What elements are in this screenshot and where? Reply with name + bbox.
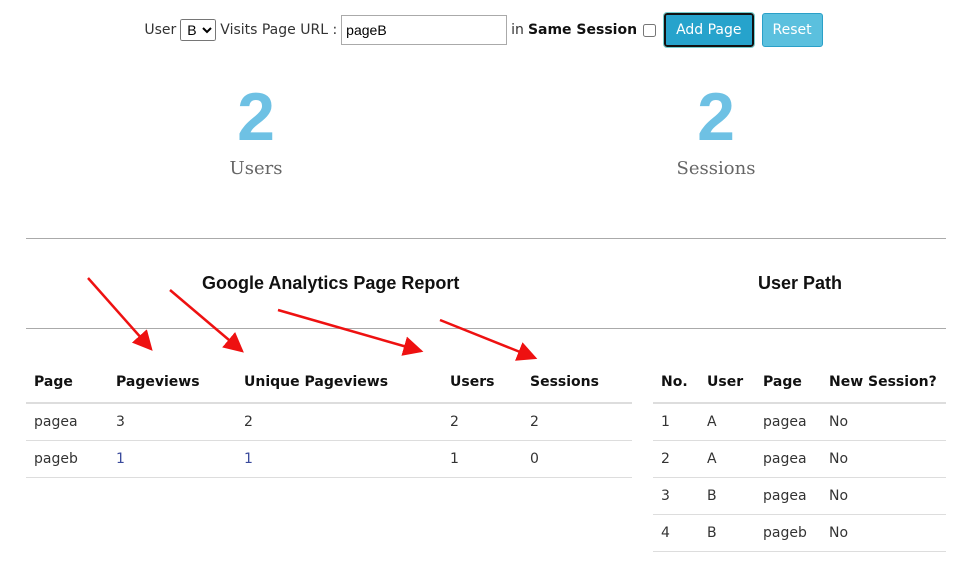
- annotation-arrows: [87, 277, 538, 361]
- arrow-icon: [277, 308, 424, 356]
- arrow-icon: [439, 318, 538, 361]
- arrow-icon: [87, 277, 153, 351]
- arrow-icon: [169, 289, 244, 353]
